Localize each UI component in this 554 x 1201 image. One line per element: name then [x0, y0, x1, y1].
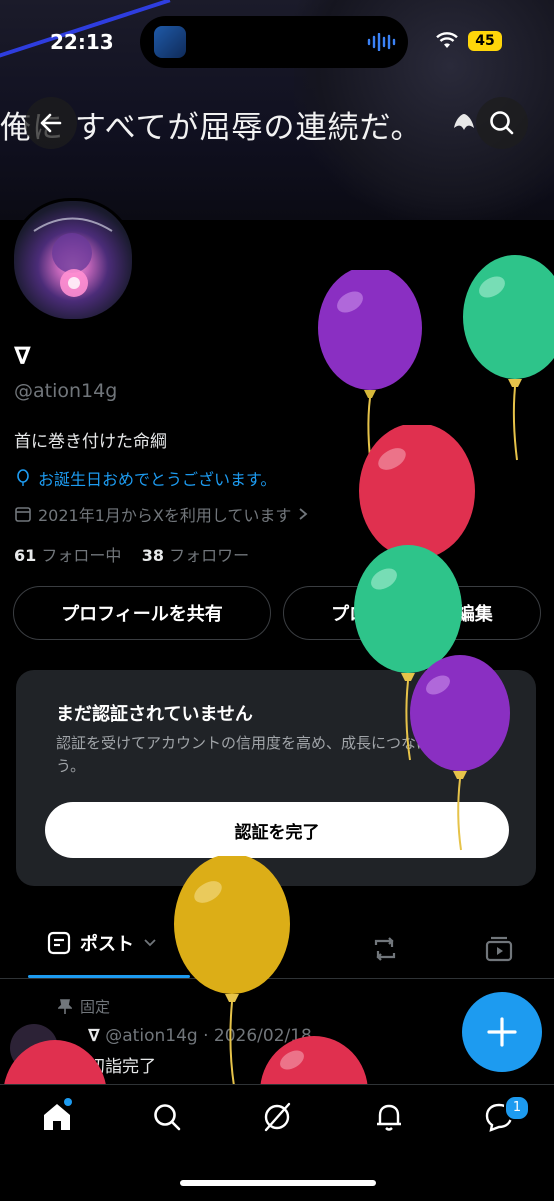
post-header[interactable]: ∇ @ation14g · 2026/02/18: [88, 1026, 312, 1046]
follow-counts: 61 フォロー中 38 フォロワー: [14, 542, 249, 566]
calendar-icon: [15, 507, 31, 522]
purple-balloon-decoration: [318, 270, 422, 476]
profile-bio: 首に巻き付けた命綱: [14, 432, 167, 452]
arrow-left-icon: [40, 113, 62, 133]
back-button[interactable]: [25, 97, 77, 149]
chevron-right-icon: [299, 508, 308, 520]
chevron-down-icon: [144, 939, 156, 947]
verification-close-button[interactable]: ×: [492, 694, 507, 715]
post-text: 初詣完了: [88, 1057, 156, 1077]
now-playing-app-icon[interactable]: [154, 26, 186, 58]
joined-row[interactable]: 2021年1月からXを利用しています: [14, 502, 309, 526]
wifi-icon: [436, 32, 458, 48]
status-time: 22:13: [50, 30, 114, 54]
avatar-artwork: [33, 217, 113, 297]
plus-icon: [487, 1017, 517, 1047]
verification-title: まだ認証されていません: [56, 704, 253, 725]
home-notification-dot: [64, 1098, 72, 1106]
home-indicator[interactable]: [180, 1180, 376, 1186]
post-handle-date: @ation14g · 2026/02/18: [105, 1026, 312, 1046]
bell-icon[interactable]: [372, 1100, 406, 1134]
pinned-label: 固定: [80, 998, 111, 1016]
post-author-avatar[interactable]: [10, 1024, 58, 1072]
birthday-text[interactable]: お誕生日おめでとうございます。: [38, 466, 276, 490]
posts-icon: [47, 931, 71, 955]
grok-icon[interactable]: [260, 1100, 294, 1134]
balloon-icon: [17, 469, 29, 486]
tab-media-icon[interactable]: [482, 932, 516, 966]
following-label: フォロー中: [41, 546, 122, 565]
pin-icon: [58, 998, 72, 1014]
messages-badge: 1: [504, 1095, 530, 1121]
verification-body: 認証を受けてアカウントの信用度を高め、成長につなげましょう。: [56, 734, 477, 775]
battery-indicator: 45: [468, 31, 502, 51]
followers-label: フォロワー: [169, 546, 250, 565]
edit-profile-button[interactable]: プロフィールを編集: [283, 586, 541, 640]
bird-emblem-icon: [454, 114, 474, 130]
display-name: ∇: [14, 342, 31, 370]
tab-reposts-icon[interactable]: [368, 932, 402, 966]
following-link[interactable]: 61 フォロー中: [14, 546, 121, 565]
birthday-row: お誕生日おめでとうございます。: [14, 466, 276, 490]
profile-avatar[interactable]: [11, 198, 135, 322]
tab-posts-label: ポスト: [80, 934, 134, 955]
audio-wave-icon: [367, 33, 396, 51]
tab-divider: [0, 978, 554, 979]
pinned-label-row: 固定: [58, 996, 110, 1017]
followers-link[interactable]: 38 フォロワー: [142, 546, 249, 565]
search-icon: [490, 111, 514, 135]
following-count: 61: [14, 546, 37, 565]
share-profile-button[interactable]: プロフィールを共有: [13, 586, 271, 640]
joined-text: 2021年1月からXを利用しています: [38, 506, 292, 525]
compose-post-button[interactable]: [462, 992, 542, 1072]
followers-count: 38: [141, 546, 164, 565]
tab-replies-icon[interactable]: [256, 932, 290, 966]
complete-verification-button[interactable]: 認証を完了: [45, 802, 509, 858]
search-button[interactable]: [476, 97, 528, 149]
explore-search-icon[interactable]: [150, 1100, 184, 1134]
yellow-balloon-decoration: [174, 856, 290, 1086]
profile-handle: @ation14g: [14, 380, 118, 402]
post-author-name: ∇: [88, 1026, 100, 1046]
green-balloon-decoration: [463, 255, 554, 461]
tab-posts[interactable]: ポスト: [46, 930, 158, 956]
